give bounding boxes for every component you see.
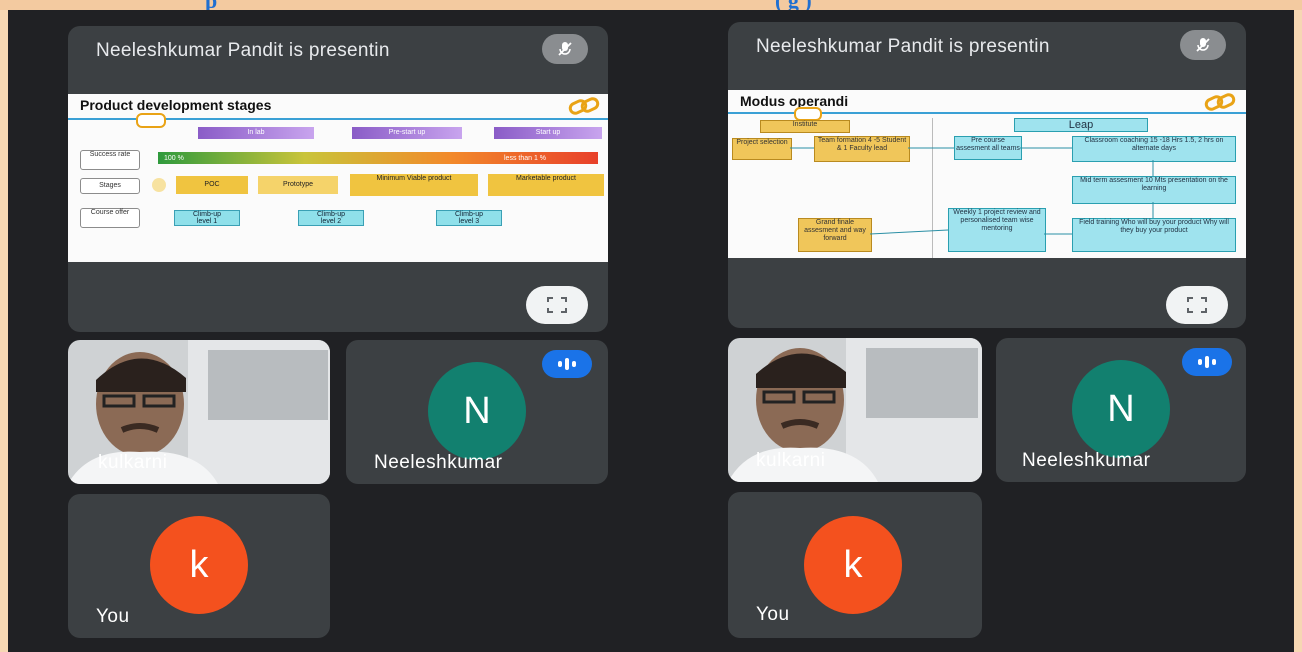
climb-up-2: Climb-up level 2	[298, 210, 364, 226]
audio-level-icon	[542, 350, 592, 378]
avatar: N	[1072, 360, 1170, 458]
course-offer-label: Course offer	[80, 208, 140, 228]
avatar: k	[150, 516, 248, 614]
shared-slide: Product development stages In lab Pre-st…	[68, 94, 608, 262]
audio-level-icon	[1182, 348, 1232, 376]
participant-tile-neeleshkumar[interactable]: N Neeleshkumar	[996, 338, 1246, 482]
slide-title: Product development stages	[80, 97, 272, 113]
success-rate-label: Success rate	[80, 150, 140, 170]
participant-tile-neeleshkumar[interactable]: N Neeleshkumar	[346, 340, 608, 484]
fullscreen-icon	[547, 297, 567, 313]
participant-name: kulkarni	[756, 450, 826, 471]
participant-name: You	[96, 606, 130, 627]
climb-up-1-sub: level 1	[196, 218, 218, 225]
presentation-tile[interactable]: Neeleshkumar Pandit is presentin Modus o…	[728, 22, 1246, 328]
timeline-link	[136, 113, 166, 128]
top-strip	[0, 0, 1302, 10]
mic-off-icon	[542, 34, 588, 64]
climb-up-3-sub: level 3	[458, 218, 480, 225]
stage-mvp: Minimum Viable product	[350, 174, 478, 196]
avatar: N	[428, 362, 526, 460]
link-icon	[568, 97, 600, 115]
climb-up-1-title: Climb-up	[192, 211, 221, 218]
participant-name: Neeleshkumar	[1022, 450, 1151, 471]
stage-poc: POC	[176, 176, 248, 194]
presenting-banner: Neeleshkumar Pandit is presentin	[756, 36, 1050, 57]
meeting-screen-right: Neeleshkumar Pandit is presentin Modus o…	[668, 10, 1294, 652]
phase-start-up: Start up	[494, 127, 602, 139]
phase-pre-start-up: Pre-start up	[352, 127, 462, 139]
participant-tile-you[interactable]: k You	[68, 494, 330, 638]
fullscreen-icon	[1187, 297, 1207, 313]
shared-slide: Modus operandi Institute Leap Project se…	[728, 90, 1246, 258]
climb-up-2-sub: level 2	[320, 218, 342, 225]
climb-up-3: Climb-up level 3	[436, 210, 502, 226]
success-rate-right: less than 1 %	[504, 155, 547, 162]
flow-connectors	[790, 147, 1154, 235]
participant-name: kulkarni	[98, 452, 168, 473]
fullscreen-button[interactable]	[526, 286, 588, 324]
stage-marketable: Marketable product	[488, 174, 604, 196]
participant-name: You	[756, 604, 790, 625]
presentation-tile[interactable]: Neeleshkumar Pandit is presentin Product…	[68, 26, 608, 332]
fullscreen-button[interactable]	[1166, 286, 1228, 324]
meeting-screen-left: Neeleshkumar Pandit is presentin Product…	[8, 10, 668, 652]
climb-up-3-title: Climb-up	[454, 211, 483, 218]
mic-off-icon	[1180, 30, 1226, 60]
success-rate-left: 100 %	[164, 155, 184, 162]
stage-prototype: Prototype	[258, 176, 338, 194]
participant-video-kulkarni[interactable]: kulkarni	[68, 340, 330, 484]
participant-video-kulkarni[interactable]: kulkarni	[728, 338, 982, 482]
header-text-left: p	[205, 0, 217, 10]
climb-up-1: Climb-up level 1	[174, 210, 240, 226]
presenting-banner: Neeleshkumar Pandit is presentin	[96, 40, 390, 61]
participant-tile-you[interactable]: k You	[728, 492, 982, 638]
climb-up-2-title: Climb-up	[316, 211, 345, 218]
phase-in-lab: In lab	[198, 127, 314, 139]
bulb-icon	[152, 178, 166, 192]
avatar: k	[804, 516, 902, 614]
participant-name: Neeleshkumar	[374, 452, 503, 473]
header-text-right: ( g )	[775, 0, 812, 10]
stages-label: Stages	[80, 178, 140, 194]
